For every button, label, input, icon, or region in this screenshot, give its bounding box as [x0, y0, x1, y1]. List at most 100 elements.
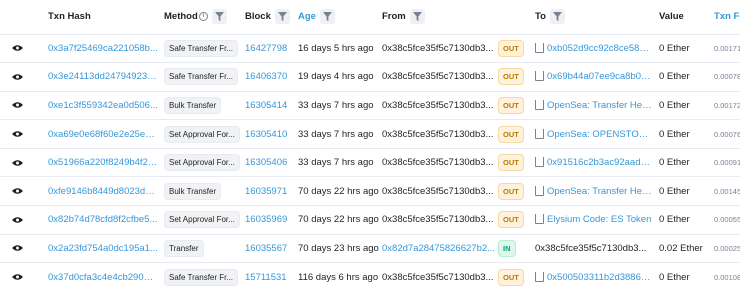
filter-icon[interactable]	[319, 9, 335, 25]
age-text: 70 days 23 hrs ago	[298, 242, 379, 254]
to-address-text: 0xb052d9cc92c8ce5801...	[547, 42, 653, 54]
to-address-text: 0x91516c2b3ac92aadaf...	[547, 157, 653, 169]
block-link[interactable]: 16406370	[245, 71, 287, 82]
to-address[interactable]: Elysium Code: ES Token	[535, 214, 653, 225]
eye-icon[interactable]	[12, 187, 42, 195]
age-header: Age	[298, 0, 382, 34]
eye-icon[interactable]	[12, 73, 42, 81]
txn-fee-text: 0.00055158	[714, 215, 740, 225]
to-address-text: 0x500503311b2d388618...	[547, 271, 653, 283]
to-address-text: OpenSea: OPENSTORE...	[547, 128, 653, 140]
age-text: 116 days 6 hrs ago	[298, 271, 379, 283]
txn-fee-text: 0.00171107	[714, 43, 740, 53]
table-row: 0x3a7f25469ca221058b... Safe Transfer Fr.…	[0, 34, 740, 63]
contract-icon	[535, 99, 544, 110]
contract-icon	[535, 214, 544, 225]
txn-hash-link[interactable]: 0xe1c3f559342ea0d506...	[42, 100, 158, 111]
block-link[interactable]: 16305414	[245, 100, 287, 111]
to-address[interactable]: OpenSea: Transfer Helper	[535, 99, 653, 111]
to-address: 0x38c5fce35f5c7130db3...	[535, 243, 653, 254]
txn-fee-text: 0.00025935	[714, 243, 740, 253]
to-address[interactable]: 0x69b44a07ee9ca8b0cd...	[535, 71, 653, 82]
filter-icon[interactable]	[274, 9, 290, 25]
filter-icon[interactable]	[211, 9, 227, 25]
method-header: Method i	[164, 0, 245, 34]
age-text: 19 days 4 hrs ago	[298, 71, 374, 83]
filter-icon[interactable]	[549, 9, 565, 25]
eye-icon[interactable]	[12, 159, 42, 167]
to-address[interactable]: OpenSea: OPENSTORE...	[535, 128, 653, 140]
value-text: 0 Ether	[659, 271, 690, 283]
txn-fee-header-label[interactable]: Txn Fee	[714, 11, 740, 22]
txn-hash-link[interactable]: 0x37d0cfa3c4e4cb29027...	[42, 272, 158, 283]
direction-badge: OUT	[498, 68, 524, 86]
txn-fee-text: 0.00172747	[714, 100, 740, 110]
to-header: To	[535, 0, 659, 34]
block-link[interactable]: 16427798	[245, 43, 287, 54]
block-link[interactable]: 16035969	[245, 214, 287, 225]
contract-icon	[535, 71, 544, 82]
direction-header	[498, 0, 535, 34]
method-badge: Bulk Transfer	[164, 96, 222, 114]
to-address[interactable]: 0x500503311b2d388618...	[535, 271, 653, 283]
age-header-label[interactable]: Age	[298, 11, 316, 22]
eye-icon[interactable]	[12, 273, 42, 281]
to-header-label: To	[535, 11, 546, 23]
txn-hash-link[interactable]: 0x2a23fd754a0dc195a1...	[42, 243, 158, 254]
from-header: From	[382, 0, 498, 34]
to-address-text: 0x69b44a07ee9ca8b0cd...	[547, 71, 653, 83]
to-address-text: OpenSea: Transfer Helper	[547, 99, 653, 111]
to-address[interactable]: 0x91516c2b3ac92aadaf...	[535, 157, 653, 168]
eye-column-header	[0, 0, 42, 34]
age-text: 16 days 5 hrs ago	[298, 42, 374, 54]
table-row: 0x82b74d78cfd8f2cfbe5... Set Approval For…	[0, 205, 740, 235]
eye-icon[interactable]	[12, 244, 42, 252]
block-link[interactable]: 16305410	[245, 129, 287, 140]
eye-icon[interactable]	[12, 101, 42, 109]
block-link[interactable]: 16035971	[245, 186, 287, 197]
direction-badge: OUT	[498, 96, 524, 114]
to-address[interactable]: 0xb052d9cc92c8ce5801...	[535, 42, 653, 54]
to-address-text: Elysium Code: ES Token	[547, 214, 652, 226]
method-badge: Safe Transfer Fr...	[164, 39, 239, 57]
value-text: 0 Ether	[659, 99, 690, 111]
age-text: 33 days 7 hrs ago	[298, 128, 374, 140]
from-header-label: From	[382, 11, 406, 23]
txn-fee-text: 0.00145409	[714, 186, 740, 196]
table-row: 0x3e24113dd247949232... Safe Transfer Fr.…	[0, 62, 740, 92]
contract-icon	[535, 271, 544, 282]
txn-hash-link[interactable]: 0xa69e0e68f60e2e25ed...	[42, 129, 158, 140]
direction-badge: IN	[498, 239, 516, 257]
direction-badge: OUT	[498, 125, 524, 143]
txn-hash-link[interactable]: 0xfe9146b8449d8023d0...	[42, 186, 158, 197]
txn-hash-link[interactable]: 0x82b74d78cfd8f2cfbe5...	[42, 214, 158, 225]
eye-icon[interactable]	[12, 44, 42, 52]
method-badge: Safe Transfer Fr...	[164, 68, 239, 86]
eye-icon[interactable]	[12, 216, 42, 224]
contract-icon	[535, 128, 544, 139]
txn-hash-header-label: Txn Hash	[48, 11, 91, 23]
value-header: Value	[659, 0, 714, 34]
block-link[interactable]: 15711531	[245, 272, 287, 283]
block-link[interactable]: 16305406	[245, 157, 287, 168]
from-address: 0x38c5fce35f5c7130db3...	[382, 185, 494, 197]
block-link[interactable]: 16035567	[245, 243, 287, 254]
txn-hash-link[interactable]: 0x3e24113dd247949232...	[42, 71, 158, 82]
from-address: 0x38c5fce35f5c7130db3...	[382, 271, 494, 283]
table-header-row: Txn Hash Method i Block Age From To Value…	[0, 0, 740, 34]
txn-hash-link[interactable]: 0x3a7f25469ca221058b...	[42, 43, 158, 54]
txn-fee-text: 0.00108271	[714, 272, 740, 282]
from-address: 0x38c5fce35f5c7130db3...	[382, 71, 494, 83]
contract-icon	[535, 157, 544, 168]
to-address[interactable]: OpenSea: Transfer Helper	[535, 185, 653, 197]
filter-icon[interactable]	[409, 9, 425, 25]
method-badge: Safe Transfer Fr...	[164, 268, 239, 286]
method-badge: Set Approval For...	[164, 154, 240, 172]
from-address[interactable]: 0x82d7a28475826627b2...	[382, 243, 495, 254]
txn-hash-link[interactable]: 0x51966a220f8249b4f2a...	[42, 157, 158, 168]
method-badge: Set Approval For...	[164, 211, 240, 229]
eye-icon[interactable]	[12, 130, 42, 138]
info-icon[interactable]: i	[198, 12, 208, 22]
block-header: Block	[245, 0, 298, 34]
txn-hash-header: Txn Hash	[42, 0, 164, 34]
